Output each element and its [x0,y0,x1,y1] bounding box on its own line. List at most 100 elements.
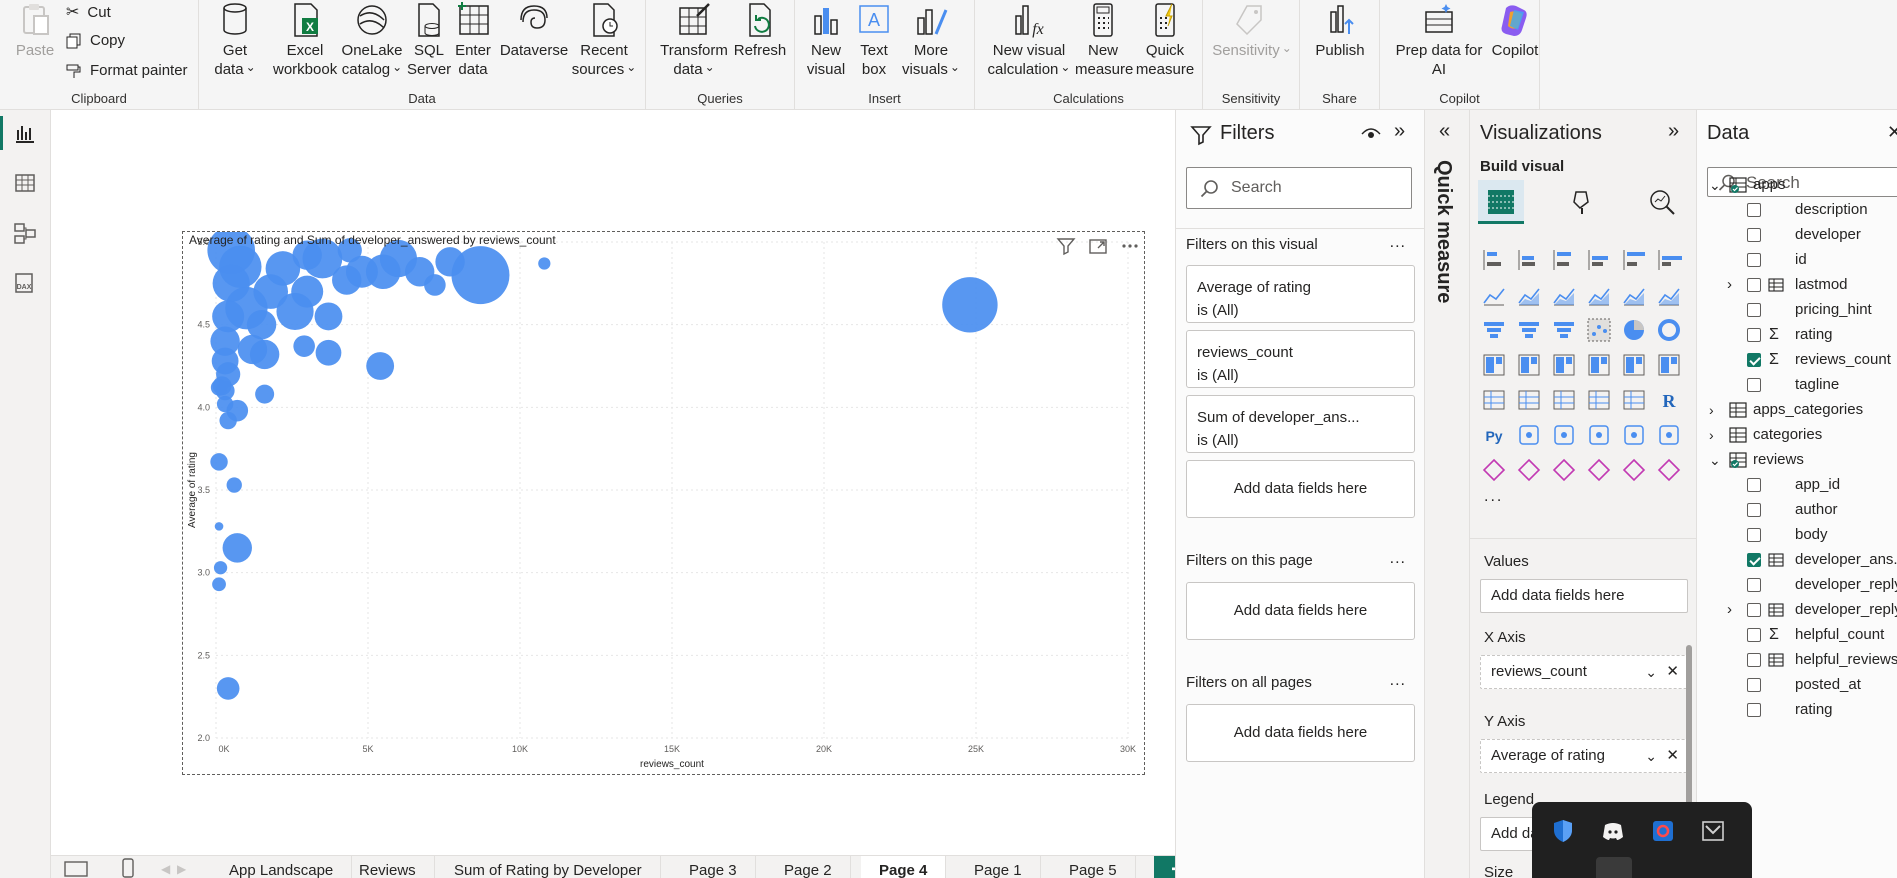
data-table-node[interactable]: ⌄ apps [1697,174,1897,196]
app-icon[interactable] [1650,818,1676,844]
table-view-icon[interactable] [12,170,38,196]
chevron-down-icon[interactable]: ⌄ [1709,449,1721,471]
field-checkbox[interactable] [1747,528,1761,542]
card-visual-icon[interactable] [1655,351,1683,379]
data-field-item[interactable]: › lastmod [1697,274,1897,296]
desktop-layout-icon[interactable] [63,860,89,878]
field-checkbox[interactable] [1747,478,1761,492]
multi-row-card-visual-icon[interactable] [1480,386,1508,414]
add-page-button[interactable]: + [1154,856,1175,878]
qa-visual-icon[interactable] [1585,421,1613,449]
field-checkbox[interactable] [1747,328,1761,342]
matrix-visual-icon[interactable] [1620,386,1648,414]
field-checkbox[interactable] [1747,278,1761,292]
data-field-item[interactable]: helpful_reviews [1697,649,1897,671]
chevron-right-icon[interactable]: › [1709,424,1714,446]
data-field-item[interactable]: app_id [1697,474,1897,496]
dax-query-view-icon[interactable]: DAX [12,270,38,296]
next-page-icon[interactable]: ▶ [177,862,186,876]
refresh-button[interactable]: Refresh [732,0,788,60]
field-checkbox[interactable] [1747,353,1761,367]
publish-button[interactable]: Publish [1308,0,1372,60]
report-canvas[interactable]: 2.0 2.5 3.0 3.5 4.0 4.5 5.0 0K 5K 10K 15K 20K 25K 30K… [51,110,1175,855]
100-bar-visual-icon[interactable] [1620,246,1648,274]
power-automate-visual-icon[interactable] [1550,456,1578,484]
data-field-item[interactable]: pricing_hint [1697,299,1897,321]
data-field-item[interactable]: id [1697,249,1897,271]
scatter-chart-visual[interactable]: 2.0 2.5 3.0 3.5 4.0 4.5 5.0 0K 5K 10K 15K 20K 25K 30K… [182,231,1145,775]
data-field-item[interactable]: rating [1697,699,1897,721]
report-view-icon[interactable] [12,120,38,146]
page-tab[interactable]: Reviews [341,856,435,878]
enter-data-button[interactable]: Enter data [451,0,495,79]
area-visual-icon[interactable] [1515,281,1543,309]
data-field-item[interactable]: Σrating [1697,324,1897,346]
data-field-item[interactable]: › developer_reply [1697,599,1897,621]
stacked-bar-visual-icon[interactable] [1480,246,1508,274]
get-data-button[interactable]: Get data [209,0,261,80]
gauge-visual-icon[interactable] [1620,351,1648,379]
dataverse-button[interactable]: Dataverse [499,0,569,60]
python-visual-icon[interactable]: Py [1480,421,1508,449]
collapse-visualizations-icon[interactable]: » [1668,120,1679,143]
paste-button[interactable]: Paste [10,0,60,60]
key-influencers-visual-icon[interactable] [1515,421,1543,449]
page-tab[interactable]: Page 2 [766,856,851,878]
expand-quick-measure-icon[interactable]: « [1439,120,1450,143]
more-visuals-ellipsis[interactable]: ... [1484,488,1503,506]
x-axis-field-pill[interactable]: reviews_count ⌄ ✕ [1480,655,1688,689]
data-field-item[interactable]: posted_at [1697,674,1897,696]
line-column-visual-icon[interactable] [1620,281,1648,309]
chevron-down-icon[interactable]: ⌄ [1645,740,1657,772]
copy-button[interactable]: Copy [66,28,125,54]
analytics-tab[interactable] [1640,180,1686,224]
data-field-item[interactable]: tagline [1697,374,1897,396]
discord-icon[interactable] [1600,818,1626,844]
diamond-visual-visual-icon[interactable] [1620,456,1648,484]
filters-visual-more-button[interactable]: ... [1390,234,1406,252]
r-visual-visual-icon[interactable]: R [1655,386,1683,414]
page-tab[interactable]: Page 4 [861,856,947,878]
close-data-icon[interactable]: ✕ [1887,122,1897,143]
line-clustered-visual-icon[interactable] [1655,281,1683,309]
y-axis-field-pill[interactable]: Average of rating ⌄ ✕ [1480,739,1688,773]
power-apps-visual-icon[interactable] [1515,456,1543,484]
data-field-item[interactable]: Σreviews_count [1697,349,1897,371]
mobile-layout-icon[interactable] [121,858,135,878]
excel-workbook-button[interactable]: X Excel workbook [273,0,337,79]
field-checkbox[interactable] [1747,578,1761,592]
media-icon[interactable] [1700,818,1726,844]
pie-visual-icon[interactable] [1620,316,1648,344]
filters-all-more-button[interactable]: ... [1390,672,1406,690]
field-checkbox[interactable] [1747,203,1761,217]
filled-map-visual-icon[interactable] [1550,351,1578,379]
eye-icon[interactable] [1360,124,1382,144]
field-checkbox[interactable] [1747,678,1761,692]
page-tab[interactable]: App Landscape [211,856,353,878]
page-tab[interactable]: Sum of Rating by Developer [436,856,661,878]
data-field-item[interactable]: body [1697,524,1897,546]
treemap-visual-icon[interactable] [1480,351,1508,379]
model-view-icon[interactable] [12,220,38,246]
filters-search-input[interactable]: Search [1186,167,1412,209]
azure-map-visual-icon[interactable] [1585,351,1613,379]
funnel-visual-icon[interactable] [1550,316,1578,344]
field-checkbox[interactable] [1747,653,1761,667]
map-visual-icon[interactable] [1515,351,1543,379]
waterfall-visual-icon[interactable] [1515,316,1543,344]
stacked-column-visual-icon[interactable] [1515,246,1543,274]
field-checkbox[interactable] [1747,703,1761,717]
remove-field-icon[interactable]: ✕ [1666,740,1679,772]
field-checkbox[interactable] [1747,253,1761,267]
scatter-visual-icon[interactable] [1585,316,1613,344]
field-checkbox[interactable] [1747,378,1761,392]
data-field-item[interactable]: developer_ans... [1697,549,1897,571]
chevron-right-icon[interactable]: › [1727,274,1732,296]
add-visual-filter-field[interactable]: Add data fields here [1186,460,1415,518]
data-field-item[interactable]: Σhelpful_count [1697,624,1897,646]
field-checkbox[interactable] [1747,553,1761,567]
donut-visual-icon[interactable] [1655,316,1683,344]
100-area-visual-icon[interactable] [1585,281,1613,309]
chevron-down-icon[interactable]: ⌄ [1709,174,1721,196]
field-checkbox[interactable] [1747,503,1761,517]
